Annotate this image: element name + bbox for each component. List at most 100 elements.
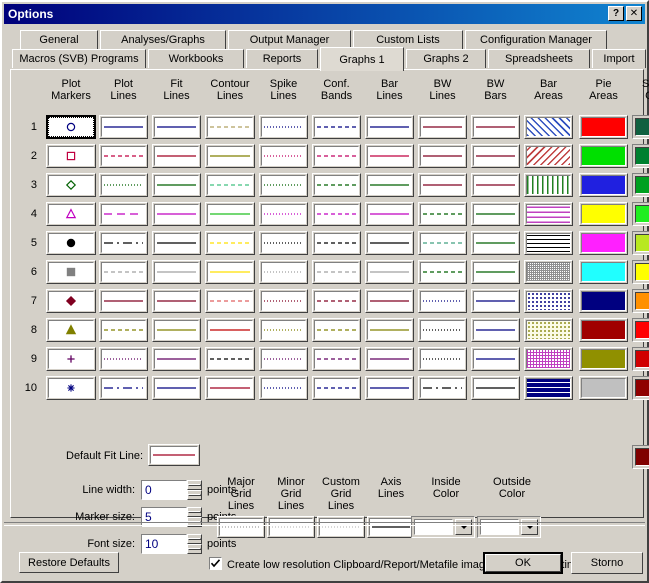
- bar-area-button-4[interactable]: [524, 202, 573, 226]
- pie-area-button-5[interactable]: [579, 231, 628, 255]
- tab-spreadsheets[interactable]: Spreadsheets: [488, 49, 590, 68]
- plot-marker-button-5[interactable]: [46, 231, 96, 255]
- pie-area-button-9[interactable]: [579, 347, 628, 371]
- tab-configuration-manager[interactable]: Configuration Manager: [465, 30, 607, 49]
- spike-lines-button-10[interactable]: [259, 376, 308, 400]
- contour-lines-button-6[interactable]: [205, 260, 255, 284]
- plot-marker-button-9[interactable]: [46, 347, 96, 371]
- font-size-input[interactable]: 10: [141, 534, 187, 554]
- bw-lines-button-9[interactable]: [418, 347, 467, 371]
- plot-marker-button-10[interactable]: [46, 376, 96, 400]
- spike-lines-button-5[interactable]: [259, 231, 308, 255]
- surface-color-combo-11[interactable]: [632, 445, 649, 469]
- plot-marker-button-1[interactable]: [46, 115, 96, 139]
- plot-lines-button-4[interactable]: [99, 202, 148, 226]
- bw-lines-button-8[interactable]: [418, 318, 467, 342]
- pie-area-button-7[interactable]: [579, 289, 628, 313]
- bar-lines-button-10[interactable]: [365, 376, 414, 400]
- fit-lines-button-7[interactable]: [152, 289, 201, 313]
- major-grid-lines-button[interactable]: [217, 516, 265, 538]
- spike-lines-button-6[interactable]: [259, 260, 308, 284]
- contour-lines-button-1[interactable]: [205, 115, 255, 139]
- conf-bands-button-10[interactable]: [312, 376, 361, 400]
- help-button[interactable]: ?: [608, 6, 624, 21]
- tab-workbooks[interactable]: Workbooks: [148, 49, 244, 68]
- plot-lines-button-10[interactable]: [99, 376, 148, 400]
- conf-bands-button-5[interactable]: [312, 231, 361, 255]
- spike-lines-button-2[interactable]: [259, 144, 308, 168]
- bw-bars-button-4[interactable]: [471, 202, 520, 226]
- fit-lines-button-2[interactable]: [152, 144, 201, 168]
- bw-lines-button-7[interactable]: [418, 289, 467, 313]
- bw-bars-button-7[interactable]: [471, 289, 520, 313]
- pie-area-button-6[interactable]: [579, 260, 628, 284]
- bar-lines-button-2[interactable]: [365, 144, 414, 168]
- fit-lines-button-3[interactable]: [152, 173, 201, 197]
- default-fit-line-button[interactable]: [148, 444, 200, 466]
- fit-lines-button-9[interactable]: [152, 347, 201, 371]
- conf-bands-button-2[interactable]: [312, 144, 361, 168]
- bw-bars-button-9[interactable]: [471, 347, 520, 371]
- pie-area-button-2[interactable]: [579, 144, 628, 168]
- fit-lines-button-10[interactable]: [152, 376, 201, 400]
- fit-lines-button-4[interactable]: [152, 202, 201, 226]
- bar-lines-button-3[interactable]: [365, 173, 414, 197]
- plot-lines-button-9[interactable]: [99, 347, 148, 371]
- pie-area-button-3[interactable]: [579, 173, 628, 197]
- bar-area-button-7[interactable]: [524, 289, 573, 313]
- surface-color-combo-1[interactable]: [632, 115, 649, 139]
- surface-color-combo-8[interactable]: [632, 318, 649, 342]
- surface-color-combo-9[interactable]: [632, 347, 649, 371]
- bar-lines-button-4[interactable]: [365, 202, 414, 226]
- restore-defaults-button[interactable]: Restore Defaults: [19, 552, 119, 573]
- pie-area-button-4[interactable]: [579, 202, 628, 226]
- plot-marker-button-7[interactable]: [46, 289, 96, 313]
- surface-color-combo-2[interactable]: [632, 144, 649, 168]
- conf-bands-button-8[interactable]: [312, 318, 361, 342]
- plot-lines-button-6[interactable]: [99, 260, 148, 284]
- conf-bands-button-1[interactable]: [312, 115, 361, 139]
- bw-lines-button-1[interactable]: [418, 115, 467, 139]
- contour-lines-button-4[interactable]: [205, 202, 255, 226]
- bw-lines-button-2[interactable]: [418, 144, 467, 168]
- low-resolution-checkbox[interactable]: [209, 557, 222, 570]
- fit-lines-button-1[interactable]: [152, 115, 201, 139]
- cancel-button[interactable]: Storno: [571, 552, 643, 574]
- tab-reports[interactable]: Reports: [246, 49, 318, 68]
- tab-macros-(svb)-programs[interactable]: Macros (SVB) Programs: [12, 49, 146, 68]
- bar-lines-button-9[interactable]: [365, 347, 414, 371]
- bar-area-button-8[interactable]: [524, 318, 573, 342]
- tab-graphs-1[interactable]: Graphs 1: [320, 47, 404, 71]
- axis-lines-button[interactable]: [367, 516, 415, 538]
- conf-bands-button-4[interactable]: [312, 202, 361, 226]
- line-width-stepper-up[interactable]: [187, 480, 202, 490]
- contour-lines-button-3[interactable]: [205, 173, 255, 197]
- font-size-stepper-up[interactable]: [187, 534, 202, 544]
- tab-graphs-2[interactable]: Graphs 2: [406, 49, 486, 68]
- tab-analyses-graphs[interactable]: Analyses/Graphs: [100, 30, 226, 49]
- plot-marker-button-2[interactable]: [46, 144, 96, 168]
- conf-bands-button-9[interactable]: [312, 347, 361, 371]
- spike-lines-button-3[interactable]: [259, 173, 308, 197]
- line-width-stepper[interactable]: [187, 480, 202, 500]
- font-size-stepper-down[interactable]: [187, 544, 202, 554]
- fit-lines-button-8[interactable]: [152, 318, 201, 342]
- bw-bars-button-5[interactable]: [471, 231, 520, 255]
- surface-color-combo-10[interactable]: [632, 376, 649, 400]
- contour-lines-button-7[interactable]: [205, 289, 255, 313]
- bw-lines-button-3[interactable]: [418, 173, 467, 197]
- surface-color-combo-7[interactable]: [632, 289, 649, 313]
- bw-bars-button-3[interactable]: [471, 173, 520, 197]
- plot-marker-button-3[interactable]: [46, 173, 96, 197]
- pie-area-button-10[interactable]: [579, 376, 628, 400]
- bar-area-button-10[interactable]: [524, 376, 573, 400]
- bar-lines-button-5[interactable]: [365, 231, 414, 255]
- plot-marker-button-6[interactable]: [46, 260, 96, 284]
- close-button[interactable]: ✕: [626, 6, 642, 21]
- line-width-input[interactable]: 0: [141, 480, 187, 500]
- surface-color-combo-4[interactable]: [632, 202, 649, 226]
- plot-lines-button-1[interactable]: [99, 115, 148, 139]
- pie-area-button-8[interactable]: [579, 318, 628, 342]
- fit-lines-button-5[interactable]: [152, 231, 201, 255]
- bar-area-button-5[interactable]: [524, 231, 573, 255]
